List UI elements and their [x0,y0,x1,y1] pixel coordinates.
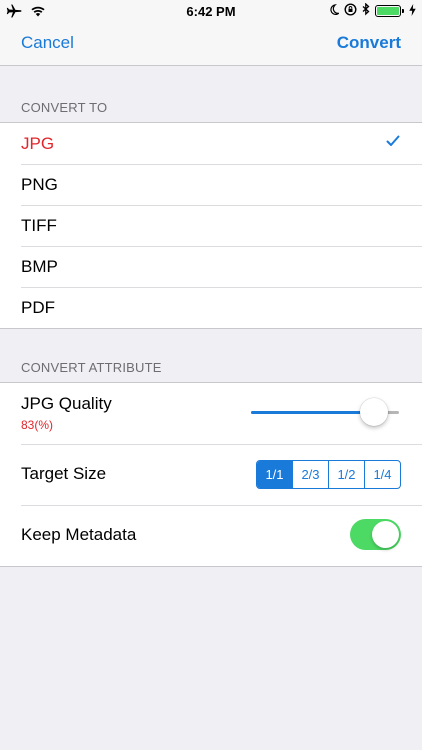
format-row-tiff[interactable]: TIFF [0,205,422,246]
status-bar: 6:42 PM [0,0,422,22]
format-row-png[interactable]: PNG [0,164,422,205]
bluetooth-icon [362,2,370,19]
status-right [328,2,416,19]
attribute-list: JPG Quality 83(%) Target Size 1/1 2/3 1/… [0,382,422,567]
format-list: JPG PNG TIFF BMP PDF [0,122,422,329]
convert-to-header: CONVERT TO [21,100,108,115]
keep-metadata-row: Keep Metadata [0,505,422,566]
cancel-button[interactable]: Cancel [21,33,74,53]
checkmark-icon [386,135,400,146]
toggle-knob [372,521,399,548]
segment-2-3[interactable]: 2/3 [292,461,328,488]
battery-icon [375,5,404,17]
jpg-quality-label: JPG Quality [21,394,112,413]
charging-icon [409,3,416,19]
format-row-pdf[interactable]: PDF [0,287,422,328]
convert-attribute-header: CONVERT ATTRIBUTE [21,360,162,375]
convert-button[interactable]: Convert [337,33,401,53]
jpg-quality-value: 83(%) [21,418,54,432]
target-size-segmented-control: 1/1 2/3 1/2 1/4 [256,460,401,489]
moon-icon [328,3,341,19]
format-row-jpg[interactable]: JPG [0,123,422,164]
format-label: JPG [21,133,55,153]
format-label: TIFF [21,215,57,235]
slider-fill [251,411,374,414]
keep-metadata-label: Keep Metadata [21,525,137,544]
jpg-quality-row: JPG Quality 83(%) [0,383,422,444]
segment-1-2[interactable]: 1/2 [328,461,364,488]
format-label: BMP [21,256,58,276]
format-label: PNG [21,174,58,194]
segment-1-1[interactable]: 1/1 [257,461,292,488]
target-size-label: Target Size [21,464,107,483]
format-label: PDF [21,297,55,317]
orientation-lock-icon [344,3,357,19]
format-row-bmp[interactable]: BMP [0,246,422,287]
segment-1-4[interactable]: 1/4 [364,461,400,488]
battery-fill [377,7,399,15]
nav-bar: Cancel Convert [0,22,422,66]
keep-metadata-toggle[interactable] [350,519,401,550]
slider-thumb[interactable] [359,398,388,426]
target-size-row: Target Size 1/1 2/3 1/2 1/4 [0,444,422,505]
jpg-quality-slider[interactable] [251,398,399,426]
